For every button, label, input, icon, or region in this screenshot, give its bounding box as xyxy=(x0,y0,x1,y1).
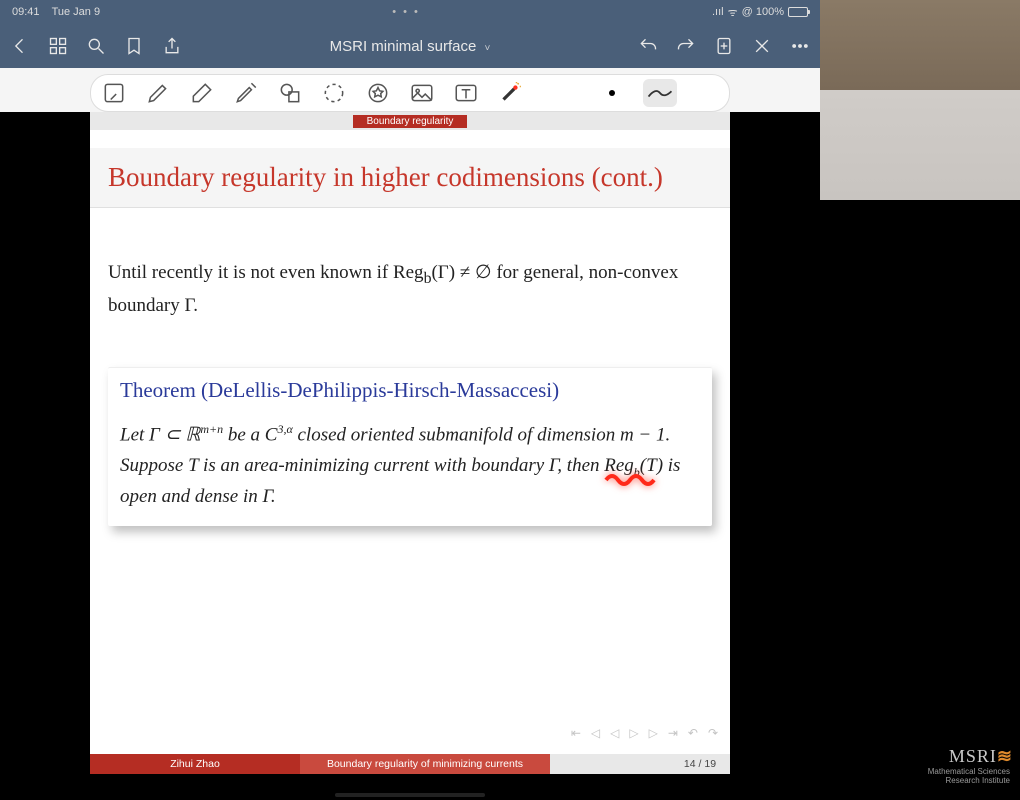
th-sup1: m+n xyxy=(200,422,223,436)
ipad-screen: 09:41 Tue Jan 9 • • • .ııl ᯤ @ 100% MSRI… xyxy=(0,0,820,800)
bookmark-icon[interactable] xyxy=(124,36,144,56)
multitask-dots[interactable]: • • • xyxy=(100,6,712,18)
highlighter-tool-icon[interactable] xyxy=(233,80,259,106)
home-indicator[interactable] xyxy=(335,793,485,797)
title-chevron-icon: ˅ xyxy=(485,43,491,54)
footer-author: Zihui Zhao xyxy=(90,754,300,774)
brand-wave-icon: ≋ xyxy=(997,746,1010,766)
footer-page: 14 / 19 xyxy=(670,754,730,774)
slide-topic-tab: Boundary regularity xyxy=(353,115,468,128)
slide-paragraph-1: Until recently it is not even known if R… xyxy=(108,258,712,321)
close-icon[interactable] xyxy=(752,36,772,56)
page-sep: / xyxy=(696,758,705,770)
zoom-tool-icon[interactable] xyxy=(101,80,127,106)
app-header: MSRI minimal surface ˅ xyxy=(0,24,820,68)
msri-brand: MSRI≋ Mathematical Sciences Research Ins… xyxy=(820,746,1020,800)
wifi-icon: ᯤ xyxy=(728,5,738,20)
th-b: be a C xyxy=(223,425,277,446)
brand-line1: Mathematical Sciences xyxy=(820,767,1010,777)
add-page-icon[interactable] xyxy=(714,36,734,56)
date-text: Tue Jan 9 xyxy=(52,6,101,18)
slide-body: Until recently it is not even known if R… xyxy=(90,208,730,526)
document-title[interactable]: MSRI minimal surface ˅ xyxy=(182,38,638,55)
page-current: 14 xyxy=(684,758,696,770)
nav-prev-icon[interactable]: ◁ xyxy=(591,726,600,740)
status-right: .ııl ᯤ @ 100% xyxy=(712,5,808,20)
slide-canvas[interactable]: Boundary regularity Boundary regularity … xyxy=(90,112,730,774)
redo-button[interactable] xyxy=(676,36,696,56)
annotation-red-squiggle xyxy=(604,468,664,497)
slide-title: Boundary regularity in higher codimensio… xyxy=(108,162,712,193)
brand-name: MSRI xyxy=(949,746,997,766)
msri-logo: MSRI≋ xyxy=(820,746,1010,767)
slide-title-band: Boundary regularity in higher codimensio… xyxy=(90,148,730,208)
slide-topic-bar: Boundary regularity xyxy=(90,112,730,130)
page-total: 19 xyxy=(704,758,716,770)
nav-next-icon[interactable]: ▷ xyxy=(649,726,658,740)
back-button[interactable] xyxy=(10,36,30,56)
nav-last-icon[interactable]: ⇥ xyxy=(668,726,678,740)
nav-first-icon[interactable]: ⇤ xyxy=(571,726,581,740)
stroke-preview[interactable] xyxy=(643,79,677,107)
search-icon[interactable] xyxy=(86,36,106,56)
slide-footer: Zihui Zhao Boundary regularity of minimi… xyxy=(90,754,730,774)
grid-icon[interactable] xyxy=(48,36,68,56)
annotation-toolbar xyxy=(90,74,730,112)
webcam-feed xyxy=(820,0,1020,200)
clock-text: 09:41 xyxy=(12,6,40,18)
para1-a: Until recently it is not even known if R… xyxy=(108,262,424,283)
footer-talk-title: Boundary regularity of minimizing curren… xyxy=(300,754,550,774)
theorem-body: Let Γ ⊂ ℝm+n be a C3,α closed oriented s… xyxy=(120,420,700,512)
th-a: Let Γ ⊂ ℝ xyxy=(120,425,200,446)
text-tool-icon[interactable] xyxy=(453,80,479,106)
image-tool-icon[interactable] xyxy=(409,80,435,106)
status-bar: 09:41 Tue Jan 9 • • • .ııl ᯤ @ 100% xyxy=(0,0,820,24)
stamp-tool-icon[interactable] xyxy=(365,80,391,106)
battery-percent: @ 100% xyxy=(742,6,784,18)
laser-tool-icon[interactable] xyxy=(497,80,523,106)
side-column: MSRI≋ Mathematical Sciences Research Ins… xyxy=(820,0,1020,800)
eraser-tool-icon[interactable] xyxy=(189,80,215,106)
battery-icon xyxy=(788,7,808,17)
theorem-heading: Theorem (DeLellis-DePhilippis-Hirsch-Mas… xyxy=(120,374,700,407)
nav-prev-section-icon[interactable]: ◁ xyxy=(610,726,619,740)
nav-redo-icon[interactable]: ↷ xyxy=(708,726,718,740)
cellular-icon: .ııl xyxy=(712,6,724,18)
document-title-text: MSRI minimal surface xyxy=(330,38,477,55)
nav-undo-icon[interactable]: ↶ xyxy=(688,726,698,740)
theorem-box: Theorem (DeLellis-DePhilippis-Hirsch-Mas… xyxy=(108,367,712,527)
undo-button[interactable] xyxy=(638,36,658,56)
status-time: 09:41 Tue Jan 9 xyxy=(12,6,100,18)
shape-tool-icon[interactable] xyxy=(277,80,303,106)
more-icon[interactable] xyxy=(790,36,810,56)
annotation-toolbar-wrap xyxy=(0,68,820,112)
brand-line2: Research Institute xyxy=(820,776,1010,786)
th-sup2: 3,α xyxy=(277,422,292,436)
beamer-nav-row: ⇤ ◁ ◁ ▷ ▷ ⇥ ↶ ↷ xyxy=(571,726,718,740)
lasso-tool-icon[interactable] xyxy=(321,80,347,106)
color-swatch[interactable] xyxy=(599,80,625,106)
nav-next-section-icon[interactable]: ▷ xyxy=(629,726,638,740)
share-icon[interactable] xyxy=(162,36,182,56)
pen-tool-icon[interactable] xyxy=(145,80,171,106)
